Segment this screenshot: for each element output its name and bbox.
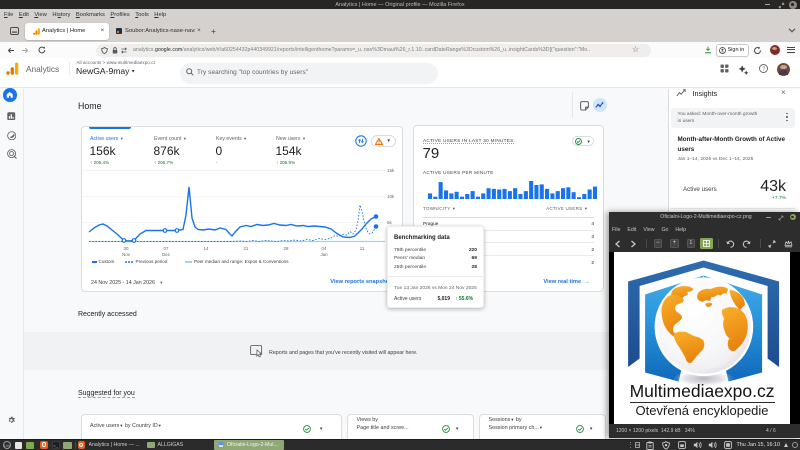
svg-text:?: ? — [762, 67, 765, 73]
